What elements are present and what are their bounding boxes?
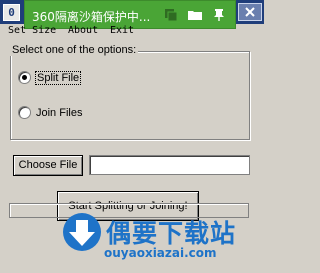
user-icon[interactable] [163, 7, 179, 22]
site-watermark: 偶要下载站 ouyaoxiazai.com [58, 208, 258, 270]
menu-about[interactable]: About [68, 25, 98, 36]
options-group [10, 51, 250, 140]
menu-set-size[interactable]: Set Size [8, 25, 56, 36]
close-icon [245, 7, 255, 17]
join-files-option[interactable]: Join Files [18, 106, 82, 119]
menu-exit[interactable]: Exit [110, 25, 134, 36]
download-logo-icon [63, 213, 101, 251]
split-file-label: Split File [34, 70, 82, 85]
sandbox-title: 360隔离沙箱保护中... [32, 10, 151, 24]
file-path-field[interactable] [89, 155, 250, 175]
join-files-radio[interactable] [18, 106, 31, 119]
options-legend: Select one of the options: [10, 44, 139, 56]
menu-bar: Set Size About Exit [0, 24, 264, 39]
watermark-url: ouyaoxiazai.com [104, 246, 217, 260]
folder-icon[interactable] [187, 7, 203, 22]
join-files-label: Join Files [36, 106, 83, 119]
watermark-title: 偶要下载站 [106, 219, 237, 248]
choose-file-button[interactable]: Choose File [13, 155, 83, 176]
split-file-radio[interactable] [18, 71, 31, 84]
app-icon: 0 [3, 4, 20, 21]
close-button[interactable] [238, 3, 262, 21]
pin-icon[interactable] [211, 7, 227, 22]
split-file-option[interactable]: Split File [18, 70, 82, 85]
